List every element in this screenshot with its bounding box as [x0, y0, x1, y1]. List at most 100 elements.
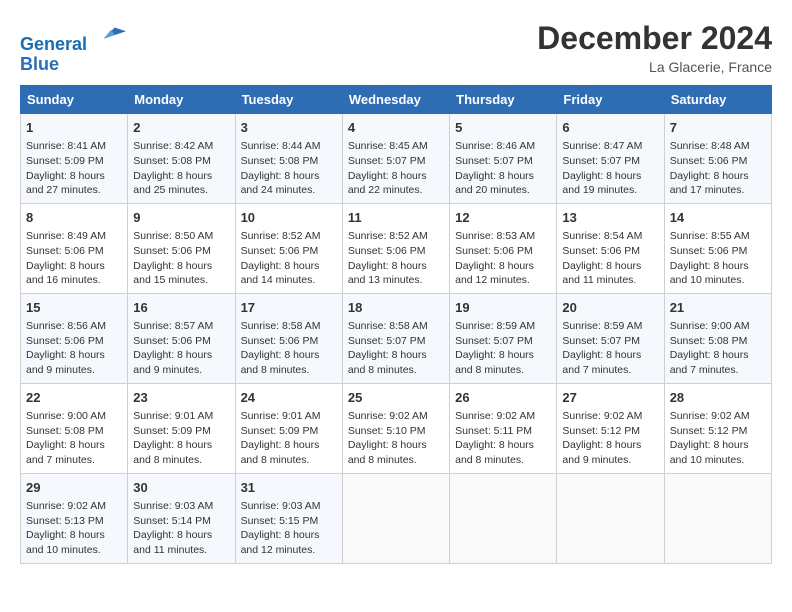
sunrise-text: Sunrise: 8:52 AM — [348, 229, 444, 244]
header-tuesday: Tuesday — [235, 86, 342, 114]
sunset-text: Sunset: 5:07 PM — [348, 334, 444, 349]
calendar-cell: 20Sunrise: 8:59 AMSunset: 5:07 PMDayligh… — [557, 293, 664, 383]
day-number: 15 — [26, 299, 122, 317]
header-monday: Monday — [128, 86, 235, 114]
sunrise-text: Sunrise: 8:54 AM — [562, 229, 658, 244]
calendar-cell: 6Sunrise: 8:47 AMSunset: 5:07 PMDaylight… — [557, 114, 664, 204]
sunrise-text: Sunrise: 9:03 AM — [133, 499, 229, 514]
page-header: General Blue December 2024 La Glacerie, … — [20, 20, 772, 75]
daylight-text: Daylight: 8 hours and 15 minutes. — [133, 259, 229, 288]
month-title: December 2024 — [537, 20, 772, 57]
daylight-text: Daylight: 8 hours and 9 minutes. — [133, 348, 229, 377]
sunset-text: Sunset: 5:07 PM — [562, 334, 658, 349]
sunset-text: Sunset: 5:12 PM — [562, 424, 658, 439]
calendar-cell: 19Sunrise: 8:59 AMSunset: 5:07 PMDayligh… — [450, 293, 557, 383]
day-number: 12 — [455, 209, 551, 227]
sunset-text: Sunset: 5:09 PM — [241, 424, 337, 439]
day-number: 21 — [670, 299, 766, 317]
sunset-text: Sunset: 5:06 PM — [241, 244, 337, 259]
logo-bird-icon — [96, 20, 126, 50]
daylight-text: Daylight: 8 hours and 8 minutes. — [133, 438, 229, 467]
daylight-text: Daylight: 8 hours and 24 minutes. — [241, 169, 337, 198]
header-friday: Friday — [557, 86, 664, 114]
calendar-week-row: 22Sunrise: 9:00 AMSunset: 5:08 PMDayligh… — [21, 383, 772, 473]
sunrise-text: Sunrise: 9:01 AM — [133, 409, 229, 424]
sunset-text: Sunset: 5:06 PM — [348, 244, 444, 259]
sunrise-text: Sunrise: 8:59 AM — [455, 319, 551, 334]
sunrise-text: Sunrise: 8:58 AM — [241, 319, 337, 334]
day-number: 29 — [26, 479, 122, 497]
day-number: 18 — [348, 299, 444, 317]
sunrise-text: Sunrise: 9:02 AM — [670, 409, 766, 424]
calendar-week-row: 29Sunrise: 9:02 AMSunset: 5:13 PMDayligh… — [21, 473, 772, 563]
day-number: 9 — [133, 209, 229, 227]
sunset-text: Sunset: 5:06 PM — [670, 154, 766, 169]
sunrise-text: Sunrise: 9:01 AM — [241, 409, 337, 424]
day-number: 8 — [26, 209, 122, 227]
logo-general: General — [20, 34, 87, 54]
sunset-text: Sunset: 5:07 PM — [562, 154, 658, 169]
sunrise-text: Sunrise: 8:45 AM — [348, 139, 444, 154]
calendar-cell: 24Sunrise: 9:01 AMSunset: 5:09 PMDayligh… — [235, 383, 342, 473]
daylight-text: Daylight: 8 hours and 7 minutes. — [670, 348, 766, 377]
daylight-text: Daylight: 8 hours and 9 minutes. — [562, 438, 658, 467]
calendar-cell: 12Sunrise: 8:53 AMSunset: 5:06 PMDayligh… — [450, 203, 557, 293]
calendar-cell: 30Sunrise: 9:03 AMSunset: 5:14 PMDayligh… — [128, 473, 235, 563]
logo-blue: Blue — [20, 55, 126, 75]
daylight-text: Daylight: 8 hours and 17 minutes. — [670, 169, 766, 198]
calendar-cell: 8Sunrise: 8:49 AMSunset: 5:06 PMDaylight… — [21, 203, 128, 293]
daylight-text: Daylight: 8 hours and 11 minutes. — [133, 528, 229, 557]
sunrise-text: Sunrise: 8:58 AM — [348, 319, 444, 334]
header-wednesday: Wednesday — [342, 86, 449, 114]
daylight-text: Daylight: 8 hours and 10 minutes. — [670, 259, 766, 288]
title-block: December 2024 La Glacerie, France — [537, 20, 772, 75]
sunrise-text: Sunrise: 9:02 AM — [455, 409, 551, 424]
calendar-cell: 23 Sunrise: 9:01 AMSunset: 5:09 PMDayligh… — [128, 383, 235, 473]
day-number: 14 — [670, 209, 766, 227]
calendar-cell — [664, 473, 771, 563]
sunset-text: Sunset: 5:07 PM — [455, 334, 551, 349]
day-number: 25 — [348, 389, 444, 407]
calendar-week-row: 15Sunrise: 8:56 AMSunset: 5:06 PMDayligh… — [21, 293, 772, 383]
sunrise-text: Sunrise: 8:55 AM — [670, 229, 766, 244]
day-number: 16 — [133, 299, 229, 317]
daylight-text: Daylight: 8 hours and 10 minutes. — [670, 438, 766, 467]
calendar-cell: 26 Sunrise: 9:02 AMSunset: 5:11 PMDayligh… — [450, 383, 557, 473]
daylight-text: Daylight: 8 hours and 25 minutes. — [133, 169, 229, 198]
sunrise-text: Sunrise: 8:41 AM — [26, 139, 122, 154]
calendar-cell: 2Sunrise: 8:42 AMSunset: 5:08 PMDaylight… — [128, 114, 235, 204]
logo-text: General — [20, 20, 126, 55]
day-number: 1 — [26, 119, 122, 137]
day-number: 27 — [562, 389, 658, 407]
sunrise-text: Sunrise: 8:57 AM — [133, 319, 229, 334]
calendar-cell: 27Sunrise: 9:02 AMSunset: 5:12 PMDayligh… — [557, 383, 664, 473]
calendar-cell: 25Sunrise: 9:02 AMSunset: 5:10 PMDayligh… — [342, 383, 449, 473]
calendar-cell — [342, 473, 449, 563]
calendar-cell: 1Sunrise: 8:41 AMSunset: 5:09 PMDaylight… — [21, 114, 128, 204]
calendar-cell: 9Sunrise: 8:50 AMSunset: 5:06 PMDaylight… — [128, 203, 235, 293]
sunrise-text: Sunrise: 8:59 AM — [562, 319, 658, 334]
daylight-text: Daylight: 8 hours and 20 minutes. — [455, 169, 551, 198]
day-number: 31 — [241, 479, 337, 497]
daylight-text: Daylight: 8 hours and 27 minutes. — [26, 169, 122, 198]
sunrise-text: Sunrise: 9:00 AM — [26, 409, 122, 424]
daylight-text: Daylight: 8 hours and 22 minutes. — [348, 169, 444, 198]
calendar-cell: 13Sunrise: 8:54 AMSunset: 5:06 PMDayligh… — [557, 203, 664, 293]
daylight-text: Daylight: 8 hours and 8 minutes. — [455, 438, 551, 467]
day-number: 23 — [133, 389, 229, 407]
calendar-cell: 11Sunrise: 8:52 AMSunset: 5:06 PMDayligh… — [342, 203, 449, 293]
day-number: 2 — [133, 119, 229, 137]
day-number: 6 — [562, 119, 658, 137]
day-number: 26 — [455, 389, 551, 407]
sunset-text: Sunset: 5:08 PM — [241, 154, 337, 169]
day-number: 4 — [348, 119, 444, 137]
sunset-text: Sunset: 5:09 PM — [133, 424, 229, 439]
sunrise-text: Sunrise: 8:53 AM — [455, 229, 551, 244]
calendar-cell: 5Sunrise: 8:46 AMSunset: 5:07 PMDaylight… — [450, 114, 557, 204]
day-number: 28 — [670, 389, 766, 407]
sunset-text: Sunset: 5:11 PM — [455, 424, 551, 439]
sunset-text: Sunset: 5:07 PM — [455, 154, 551, 169]
calendar-cell: 22Sunrise: 9:00 AMSunset: 5:08 PMDayligh… — [21, 383, 128, 473]
daylight-text: Daylight: 8 hours and 12 minutes. — [241, 528, 337, 557]
sunrise-text: Sunrise: 8:56 AM — [26, 319, 122, 334]
